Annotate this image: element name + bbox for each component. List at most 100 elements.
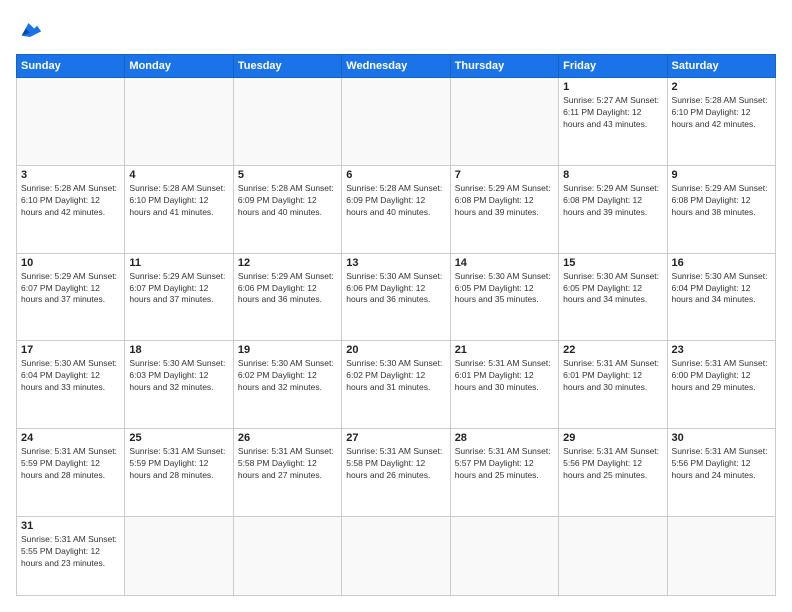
day-info: Sunrise: 5:29 AM Sunset: 6:07 PM Dayligh… [21,271,120,307]
weekday-header-sunday: Sunday [17,55,125,78]
calendar-cell [233,517,341,596]
day-number: 30 [672,432,771,444]
logo-icon [16,16,44,44]
day-info: Sunrise: 5:30 AM Sunset: 6:06 PM Dayligh… [346,271,445,307]
calendar-cell [233,78,341,166]
day-number: 23 [672,344,771,356]
weekday-header-friday: Friday [559,55,667,78]
day-info: Sunrise: 5:30 AM Sunset: 6:04 PM Dayligh… [672,271,771,307]
calendar-cell: 8 Sunrise: 5:29 AM Sunset: 6:08 PM Daylig… [559,165,667,253]
weekday-header-tuesday: Tuesday [233,55,341,78]
week-row-2: 10 Sunrise: 5:29 AM Sunset: 6:07 PM Dayli… [17,253,776,341]
day-info: Sunrise: 5:31 AM Sunset: 5:59 PM Dayligh… [129,446,228,482]
calendar-cell: 30 Sunrise: 5:31 AM Sunset: 5:56 PM Dayli… [667,429,775,517]
day-info: Sunrise: 5:27 AM Sunset: 6:11 PM Dayligh… [563,95,662,131]
calendar-cell: 28 Sunrise: 5:31 AM Sunset: 5:57 PM Dayli… [450,429,558,517]
calendar-cell: 10 Sunrise: 5:29 AM Sunset: 6:07 PM Dayli… [17,253,125,341]
day-info: Sunrise: 5:29 AM Sunset: 6:08 PM Dayligh… [563,183,662,219]
week-row-1: 3Sunrise: 5:28 AM Sunset: 6:10 PM Daylig… [17,165,776,253]
day-number: 27 [346,432,445,444]
calendar-cell: 2 Sunrise: 5:28 AM Sunset: 6:10 PM Daylig… [667,78,775,166]
calendar-cell [667,517,775,596]
week-row-3: 17 Sunrise: 5:30 AM Sunset: 6:04 PM Dayli… [17,341,776,429]
day-info: Sunrise: 5:30 AM Sunset: 6:02 PM Dayligh… [346,358,445,394]
day-number: 12 [238,257,337,269]
day-info: Sunrise: 5:30 AM Sunset: 6:03 PM Dayligh… [129,358,228,394]
calendar-cell [450,517,558,596]
week-row-4: 24 Sunrise: 5:31 AM Sunset: 5:59 PM Dayli… [17,429,776,517]
day-number: 8 [563,169,662,181]
day-number: 13 [346,257,445,269]
day-number: 19 [238,344,337,356]
day-info: Sunrise: 5:31 AM Sunset: 5:57 PM Dayligh… [455,446,554,482]
day-number: 14 [455,257,554,269]
calendar-cell: 25 Sunrise: 5:31 AM Sunset: 5:59 PM Dayli… [125,429,233,517]
day-info: Sunrise: 5:30 AM Sunset: 6:05 PM Dayligh… [563,271,662,307]
day-number: 4 [129,169,228,181]
day-info: Sunrise: 5:30 AM Sunset: 6:02 PM Dayligh… [238,358,337,394]
day-number: 15 [563,257,662,269]
week-row-5: 31 Sunrise: 5:31 AM Sunset: 5:55 PM Dayli… [17,517,776,596]
calendar-cell [342,78,450,166]
day-number: 17 [21,344,120,356]
calendar-cell: 27Sunrise: 5:31 AM Sunset: 5:58 PM Dayli… [342,429,450,517]
day-info: Sunrise: 5:30 AM Sunset: 6:04 PM Dayligh… [21,358,120,394]
day-number: 29 [563,432,662,444]
day-info: Sunrise: 5:31 AM Sunset: 6:00 PM Dayligh… [672,358,771,394]
calendar-cell: 4 Sunrise: 5:28 AM Sunset: 6:10 PM Daylig… [125,165,233,253]
day-number: 22 [563,344,662,356]
calendar-cell [125,517,233,596]
day-number: 6 [346,169,445,181]
day-info: Sunrise: 5:28 AM Sunset: 6:10 PM Dayligh… [21,183,120,219]
day-number: 28 [455,432,554,444]
day-info: Sunrise: 5:29 AM Sunset: 6:07 PM Dayligh… [129,271,228,307]
day-number: 5 [238,169,337,181]
day-info: Sunrise: 5:30 AM Sunset: 6:05 PM Dayligh… [455,271,554,307]
calendar-cell [559,517,667,596]
day-info: Sunrise: 5:28 AM Sunset: 6:10 PM Dayligh… [672,95,771,131]
day-number: 2 [672,81,771,93]
day-number: 31 [21,520,120,532]
day-info: Sunrise: 5:31 AM Sunset: 5:56 PM Dayligh… [672,446,771,482]
calendar-cell: 9Sunrise: 5:29 AM Sunset: 6:08 PM Daylig… [667,165,775,253]
day-info: Sunrise: 5:31 AM Sunset: 5:55 PM Dayligh… [21,534,120,570]
calendar-cell: 19 Sunrise: 5:30 AM Sunset: 6:02 PM Dayli… [233,341,341,429]
calendar-cell: 24 Sunrise: 5:31 AM Sunset: 5:59 PM Dayli… [17,429,125,517]
calendar-cell: 14 Sunrise: 5:30 AM Sunset: 6:05 PM Dayli… [450,253,558,341]
calendar-cell: 6Sunrise: 5:28 AM Sunset: 6:09 PM Daylig… [342,165,450,253]
calendar-cell: 22Sunrise: 5:31 AM Sunset: 6:01 PM Dayli… [559,341,667,429]
calendar-cell [342,517,450,596]
day-number: 11 [129,257,228,269]
logo [16,16,48,44]
day-number: 16 [672,257,771,269]
weekday-header-saturday: Saturday [667,55,775,78]
calendar-cell: 7Sunrise: 5:29 AM Sunset: 6:08 PM Daylig… [450,165,558,253]
calendar-cell: 26Sunrise: 5:31 AM Sunset: 5:58 PM Dayli… [233,429,341,517]
calendar-cell: 1 Sunrise: 5:27 AM Sunset: 6:11 PM Daylig… [559,78,667,166]
day-number: 25 [129,432,228,444]
calendar-cell: 11 Sunrise: 5:29 AM Sunset: 6:07 PM Dayli… [125,253,233,341]
calendar-cell [450,78,558,166]
calendar-cell [125,78,233,166]
day-info: Sunrise: 5:28 AM Sunset: 6:10 PM Dayligh… [129,183,228,219]
calendar-cell: 20Sunrise: 5:30 AM Sunset: 6:02 PM Dayli… [342,341,450,429]
day-info: Sunrise: 5:31 AM Sunset: 5:59 PM Dayligh… [21,446,120,482]
day-number: 21 [455,344,554,356]
calendar-cell: 31 Sunrise: 5:31 AM Sunset: 5:55 PM Dayli… [17,517,125,596]
day-number: 10 [21,257,120,269]
day-number: 1 [563,81,662,93]
calendar-cell: 29 Sunrise: 5:31 AM Sunset: 5:56 PM Dayli… [559,429,667,517]
day-info: Sunrise: 5:31 AM Sunset: 6:01 PM Dayligh… [455,358,554,394]
calendar-cell: 3Sunrise: 5:28 AM Sunset: 6:10 PM Daylig… [17,165,125,253]
day-info: Sunrise: 5:29 AM Sunset: 6:06 PM Dayligh… [238,271,337,307]
week-row-0: 1 Sunrise: 5:27 AM Sunset: 6:11 PM Daylig… [17,78,776,166]
calendar-cell: 12 Sunrise: 5:29 AM Sunset: 6:06 PM Dayli… [233,253,341,341]
calendar-cell: 5Sunrise: 5:28 AM Sunset: 6:09 PM Daylig… [233,165,341,253]
day-info: Sunrise: 5:31 AM Sunset: 5:56 PM Dayligh… [563,446,662,482]
weekday-header-monday: Monday [125,55,233,78]
header [16,16,776,44]
day-number: 24 [21,432,120,444]
day-number: 18 [129,344,228,356]
calendar-cell [17,78,125,166]
day-info: Sunrise: 5:29 AM Sunset: 6:08 PM Dayligh… [672,183,771,219]
